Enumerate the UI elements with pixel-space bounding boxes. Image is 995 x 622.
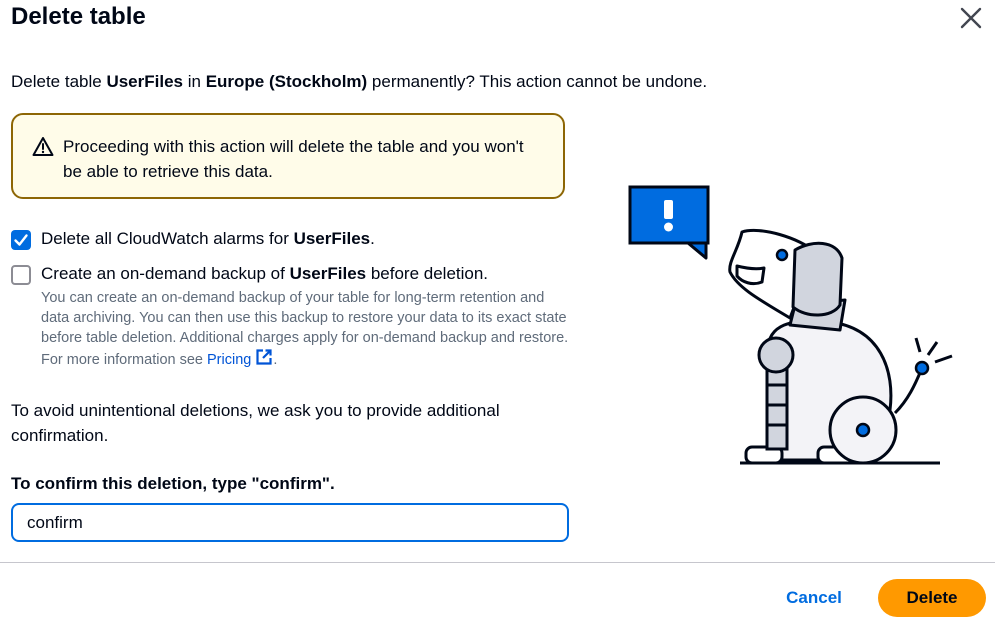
backup-help-body: You can create an on-demand backup of yo… bbox=[41, 290, 569, 368]
confirm-input[interactable] bbox=[11, 503, 569, 542]
external-link-icon bbox=[256, 349, 272, 365]
confirmation-note: To avoid unintentional deletions, we ask… bbox=[11, 401, 500, 445]
footer-divider bbox=[0, 562, 995, 563]
warning-text: Proceeding with this action will delete … bbox=[63, 137, 524, 181]
description-mid: in bbox=[183, 72, 206, 91]
delete-description: Delete table UserFiles in Europe (Stockh… bbox=[11, 72, 707, 92]
modal-title: Delete table bbox=[11, 3, 146, 30]
warning-alert: Proceeding with this action will delete … bbox=[11, 113, 565, 199]
delete-button[interactable]: Delete bbox=[878, 579, 986, 617]
backup-checkbox[interactable] bbox=[11, 265, 31, 285]
warning-icon bbox=[32, 137, 54, 156]
alarms-suffix: . bbox=[370, 229, 375, 248]
alarms-checkbox-label[interactable]: Delete all CloudWatch alarms for UserFil… bbox=[41, 229, 375, 249]
description-prefix: Delete table bbox=[11, 72, 107, 91]
checkmark-icon bbox=[14, 234, 28, 246]
backup-checkbox-label[interactable]: Create an on-demand backup of UserFiles … bbox=[41, 264, 488, 284]
confirm-field-label: To confirm this deletion, type "confirm"… bbox=[11, 474, 335, 493]
alarms-prefix: Delete all CloudWatch alarms for bbox=[41, 229, 294, 248]
backup-suffix: before deletion. bbox=[366, 264, 489, 283]
pricing-link-label: Pricing bbox=[207, 352, 252, 368]
backup-table-name: UserFiles bbox=[289, 264, 367, 283]
region-name: Europe (Stockholm) bbox=[205, 72, 368, 91]
robot-dog-illustration bbox=[628, 185, 953, 465]
description-suffix: permanently? This action cannot be undon… bbox=[367, 72, 708, 91]
backup-help-end: . bbox=[273, 352, 278, 368]
pricing-link[interactable]: Pricing bbox=[207, 349, 273, 368]
backup-prefix: Create an on-demand backup of bbox=[41, 264, 290, 283]
cancel-button[interactable]: Cancel bbox=[772, 580, 856, 616]
alarms-checkbox[interactable] bbox=[11, 230, 31, 250]
table-name: UserFiles bbox=[106, 72, 183, 91]
close-icon[interactable] bbox=[956, 3, 986, 33]
backup-help-text: You can create an on-demand backup of yo… bbox=[41, 288, 571, 370]
alarms-table-name: UserFiles bbox=[293, 229, 371, 248]
